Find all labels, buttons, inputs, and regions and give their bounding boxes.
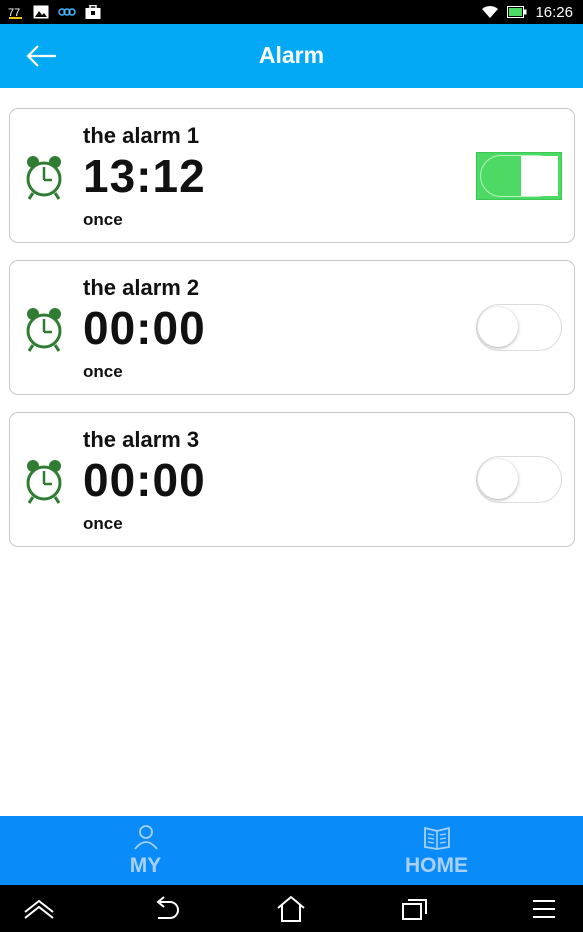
tab-my[interactable]: MY (0, 816, 291, 885)
status-right: 16:26 (481, 2, 573, 22)
briefcase-icon (85, 5, 101, 19)
book-icon (423, 826, 450, 850)
recent-apps-icon (402, 899, 427, 920)
system-nav-bar (0, 885, 583, 932)
nav-recent-button[interactable] (398, 893, 432, 925)
alarm-name: the alarm 3 (83, 427, 200, 452)
bottom-tab-bar: MY HOME (0, 816, 583, 885)
status-left-icons: 77 (8, 3, 101, 21)
nav-back-button[interactable] (150, 893, 184, 925)
nav-home-button[interactable] (274, 893, 308, 925)
tab-home[interactable]: HOME (291, 816, 582, 885)
up-arrow-icon (24, 899, 54, 919)
status-bar: 77 16:26 (0, 0, 583, 24)
app-header: Alarm (0, 24, 583, 88)
alarm-time: 00:00 (83, 454, 206, 506)
back-icon (156, 896, 179, 919)
notification-icon: 77 (8, 7, 22, 19)
alarm-clock-icon (26, 156, 62, 200)
toggle-knob (478, 459, 518, 499)
alarm-card[interactable]: the alarm 2 00:00 once (9, 260, 575, 395)
alarm-toggle[interactable] (476, 152, 562, 200)
wifi-icon (482, 5, 499, 18)
alarm-toggle[interactable] (476, 456, 562, 503)
alarm-clock-icon (26, 460, 62, 504)
alarm-repeat: once (83, 210, 123, 229)
nav-up-button[interactable] (22, 893, 56, 925)
alarm-name: the alarm 2 (83, 275, 200, 300)
alarm-repeat: once (83, 514, 123, 533)
alarm-time: 00:00 (83, 302, 206, 354)
home-icon (277, 895, 305, 922)
page-title: Alarm (258, 42, 325, 68)
menu-icon (533, 900, 555, 918)
alarm-clock-icon (26, 308, 62, 352)
toggle-knob (478, 307, 518, 347)
battery-icon (507, 6, 527, 18)
status-time: 16:26 (535, 3, 573, 21)
tab-label: MY (129, 854, 162, 877)
link-icon (58, 8, 76, 16)
person-icon (133, 825, 158, 850)
toggle-knob (521, 156, 558, 196)
alarm-repeat: once (83, 362, 123, 381)
alarm-toggle[interactable] (476, 304, 562, 351)
alarm-card[interactable]: the alarm 1 13:12 once (9, 108, 575, 243)
alarm-time: 13:12 (83, 150, 206, 202)
alarm-card[interactable]: the alarm 3 00:00 once (9, 412, 575, 547)
tab-label: HOME (405, 854, 468, 877)
alarm-list: the alarm 1 13:12 once the alarm 2 00:00… (9, 108, 575, 564)
alarm-name: the alarm 1 (83, 123, 200, 148)
image-icon (33, 5, 49, 19)
nav-menu-button[interactable] (527, 893, 561, 925)
